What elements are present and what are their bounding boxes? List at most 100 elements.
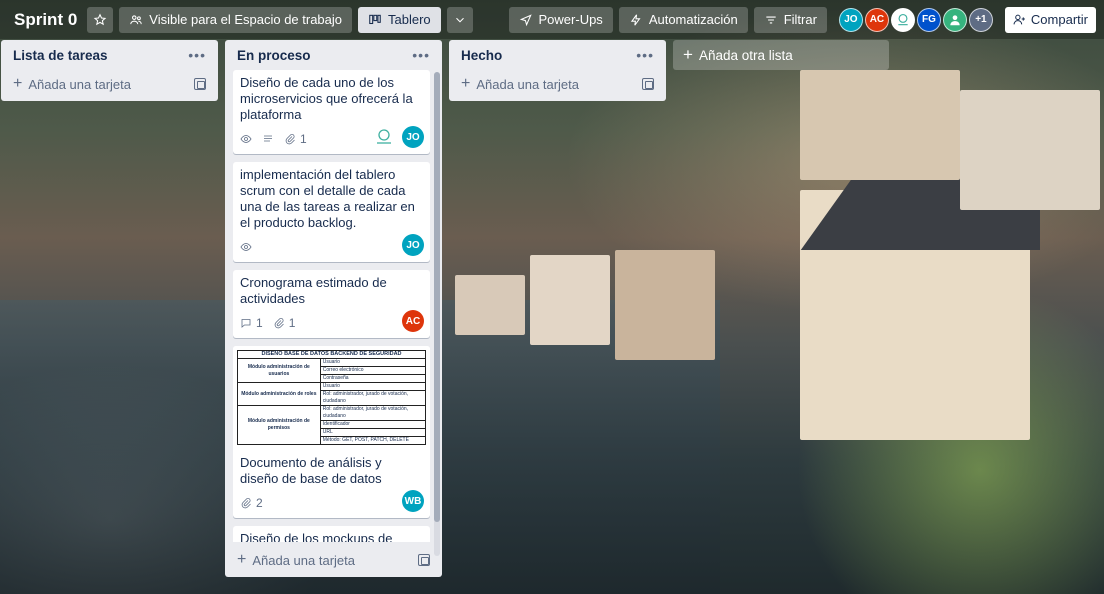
add-card-button[interactable]: + Añada una tarjeta [9, 70, 210, 98]
rocket-icon [519, 13, 532, 26]
card[interactable]: DISEÑO BASE DE DATOS BACKEND DE SEGURIDA… [233, 346, 430, 518]
share-button[interactable]: Compartir [1004, 6, 1096, 33]
member-avatar[interactable] [890, 7, 915, 32]
eye-icon [240, 135, 252, 143]
automation-button[interactable]: Automatización [618, 6, 748, 33]
list-header: En proceso ••• [233, 40, 434, 70]
paperclip-icon [241, 498, 251, 509]
list-scrollbar[interactable] [434, 72, 440, 556]
list-title[interactable]: Lista de tareas [13, 48, 108, 63]
plus-icon: + [13, 75, 23, 92]
board-title[interactable]: Sprint 0 [10, 10, 81, 30]
card-member-avatar[interactable]: JO [402, 126, 424, 148]
card-title: Documento de análisis y diseño de base d… [240, 455, 382, 486]
watching-badge [240, 133, 252, 145]
list-hecho: Hecho ••• + Añada una tarjeta [449, 40, 666, 101]
lightning-icon [630, 13, 641, 26]
add-card-label: Añada una tarjeta [28, 76, 131, 92]
cover-table: DISEÑO BASE DE DATOS BACKEND DE SEGURIDA… [237, 350, 427, 445]
card[interactable]: implementación del tablero scrum con el … [233, 162, 430, 262]
add-card-label: Añada una tarjeta [252, 552, 355, 568]
list-menu-icon[interactable]: ••• [636, 47, 654, 63]
add-list-button[interactable]: + Añada otra lista [673, 40, 889, 70]
comments-count: 1 [256, 316, 263, 330]
card-member-avatar[interactable]: WB [402, 490, 424, 512]
extra-members-count[interactable]: +1 [968, 7, 993, 32]
cover-title: DISEÑO BASE DE DATOS BACKEND DE SEGURIDA… [237, 350, 426, 359]
attachments-count: 2 [256, 496, 263, 510]
visibility-button[interactable]: Visible para el Espacio de trabajo [119, 6, 353, 33]
filter-button[interactable]: Filtrar [753, 6, 827, 33]
card-template-icon[interactable] [642, 78, 654, 90]
card-template-icon[interactable] [418, 554, 430, 566]
card[interactable]: Cronograma estimado de actividades 1 1 A… [233, 270, 430, 338]
list-en-proceso: En proceso ••• Diseño de cada uno de los… [225, 40, 442, 577]
person-icon [950, 14, 960, 25]
plus-icon: + [461, 75, 471, 92]
star-button[interactable] [87, 6, 114, 33]
attachments-count: 1 [288, 316, 296, 330]
scrollbar-thumb[interactable] [434, 72, 440, 522]
card-member-avatar[interactable]: AC [402, 310, 424, 332]
list-title[interactable]: Hecho [461, 48, 502, 63]
cover-module: Módulo administración de permisos [237, 405, 321, 445]
card-title: Cronograma estimado de actividades [240, 275, 387, 306]
card-template-icon[interactable] [194, 78, 206, 90]
card-badges: 1 1 [240, 314, 423, 332]
filter-icon [766, 16, 776, 23]
automation-label: Automatización [648, 12, 738, 27]
card-cover-image: DISEÑO BASE DE DATOS BACKEND DE SEGURIDA… [233, 346, 430, 449]
card-title: implementación del tablero scrum con el … [240, 167, 415, 230]
background-house [800, 190, 1030, 440]
paperclip-icon [285, 134, 295, 145]
add-card-button[interactable]: + Añada una tarjeta [457, 70, 658, 98]
list-header: Lista de tareas ••• [9, 40, 210, 70]
star-icon [94, 13, 107, 25]
card[interactable]: Diseño de cada uno de los microservicios… [233, 70, 430, 154]
add-card-button[interactable]: + Añada una tarjeta [233, 546, 434, 574]
cover-field: Método: GET, POST, PATCH, DELETE [319, 436, 427, 445]
add-card-label: Añada una tarjeta [476, 76, 579, 92]
background-house [530, 255, 610, 345]
powerups-button[interactable]: Power-Ups [508, 6, 613, 33]
member-avatar[interactable] [942, 7, 967, 32]
list-lista-de-tareas: Lista de tareas ••• + Añada una tarjeta [1, 40, 218, 101]
description-badge [262, 133, 274, 145]
attachments-count: 1 [300, 132, 307, 146]
board-header: Sprint 0 Visible para el Espacio de trab… [0, 0, 1104, 39]
card[interactable]: Diseño de los mockups de cada una de las… [233, 526, 430, 542]
board-members: JO AC FG +1 [838, 7, 993, 32]
cover-field: URL [319, 428, 427, 437]
background-roof [800, 170, 1040, 250]
comment-icon [241, 319, 251, 328]
share-label: Compartir [1030, 12, 1088, 27]
member-avatar[interactable]: JO [838, 7, 863, 32]
add-list-label: Añada otra lista [698, 47, 793, 63]
watching-badge [240, 241, 252, 253]
view-board-button[interactable]: Tablero [358, 6, 441, 33]
people-icon [130, 14, 143, 24]
list-title[interactable]: En proceso [237, 48, 311, 63]
cover-field: Rol: administrador, jurado de votación, … [319, 390, 427, 406]
logo-icon [898, 13, 908, 25]
cover-field: Correo electrónico [319, 366, 427, 375]
member-avatar[interactable]: FG [916, 7, 941, 32]
list-menu-icon[interactable]: ••• [188, 47, 206, 63]
card-title: Diseño de los mockups de cada una de las… [240, 531, 393, 542]
card-badges [240, 238, 423, 256]
card-member-avatar[interactable]: JO [402, 234, 424, 256]
powerups-label: Power-Ups [538, 12, 603, 27]
member-avatar[interactable]: AC [864, 7, 889, 32]
cover-module: Módulo administración de roles [237, 382, 321, 406]
list-menu-icon[interactable]: ••• [412, 47, 430, 63]
eye-icon [240, 243, 252, 251]
background-house [455, 275, 525, 335]
view-switcher-button[interactable] [446, 6, 473, 33]
cover-field: Rol: administrador, jurado de votación, … [319, 405, 427, 421]
cover-field: Usuario [319, 358, 427, 367]
paperclip-icon [274, 318, 284, 329]
comments-badge: 1 [240, 316, 263, 330]
card-logo-icon [377, 129, 391, 144]
background-house [800, 70, 960, 180]
add-person-icon [1013, 14, 1025, 25]
